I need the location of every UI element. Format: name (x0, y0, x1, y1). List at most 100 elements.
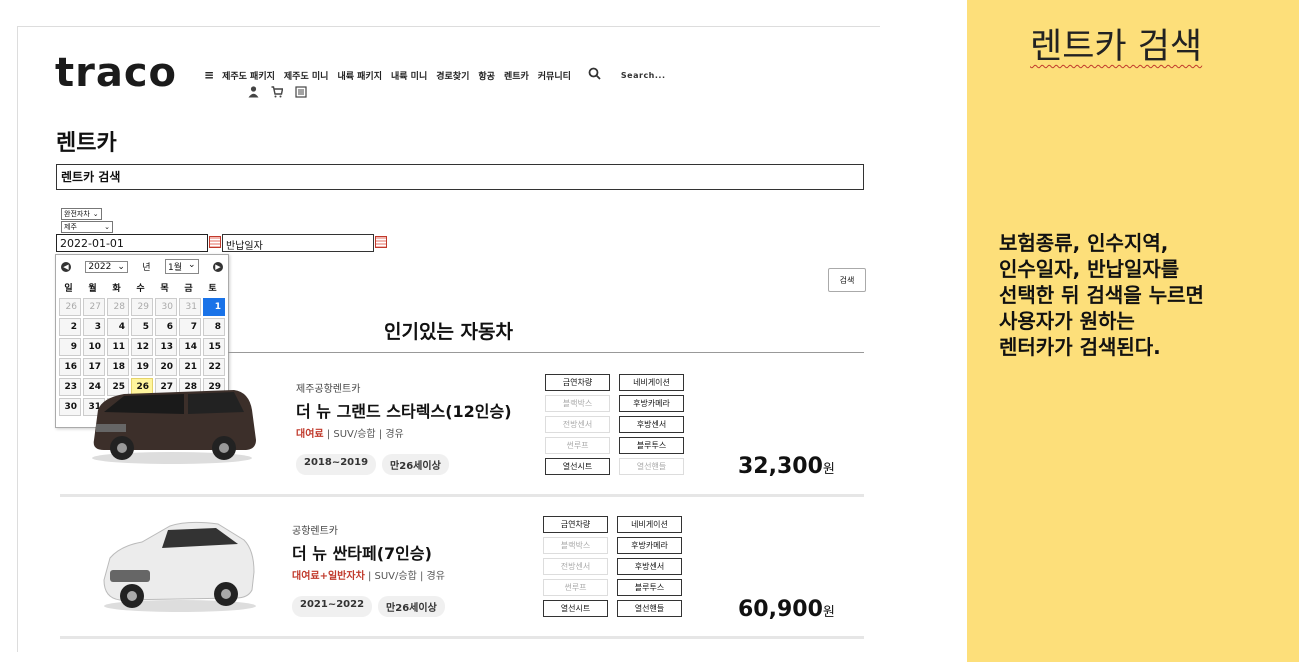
option-badge: 금연차량 (545, 374, 610, 391)
calendar-day[interactable]: 30 (59, 398, 81, 416)
car-company: 제주공항렌트카 (296, 384, 361, 395)
car-fuel: 경유 (426, 571, 445, 582)
price-value: 32,300 (738, 454, 823, 479)
calendar-day[interactable]: 1 (203, 298, 225, 316)
region-select-value: 제주 (64, 223, 77, 231)
starex-car-image[interactable] (84, 380, 259, 465)
calendar-day[interactable]: 2 (59, 318, 81, 336)
calendar-day[interactable]: 19 (131, 358, 153, 376)
calendar-day[interactable]: 31 (179, 298, 201, 316)
weekday-label: 일 (64, 283, 73, 294)
calendar-day[interactable]: 9 (59, 338, 81, 356)
calendar-day[interactable]: 7 (179, 318, 201, 336)
option-badge: 금연차량 (543, 516, 608, 533)
next-month-icon[interactable]: ▶ (212, 261, 223, 272)
car-company: 공항렌트카 (292, 526, 338, 537)
calendar-icon[interactable] (375, 236, 387, 248)
calendar-day[interactable]: 18 (107, 358, 129, 376)
nav-item-jeju-package[interactable]: 제주도 패키지 (222, 69, 275, 82)
year-select-value: 2022 (88, 261, 112, 272)
car-price: 60,900원 (738, 597, 835, 622)
calendar-day[interactable]: 21 (179, 358, 201, 376)
nav-item-community[interactable]: 커뮤니티 (538, 69, 571, 82)
car-card[interactable]: 공항렌트카 더 뉴 싼타페(7인승) 대여료+일반자차 | SUV/승합 | 경… (292, 522, 445, 617)
calendar-day[interactable]: 12 (131, 338, 153, 356)
option-badge: 전방센서 (543, 558, 608, 575)
insurance-select-value: 완전자차 (64, 210, 90, 218)
calendar-day[interactable]: 15 (203, 338, 225, 356)
user-icons (248, 86, 307, 101)
year-suffix: 년 (142, 263, 151, 273)
search-button[interactable]: 검색 (828, 268, 866, 292)
cart-icon[interactable] (271, 86, 284, 101)
nav-item-jeju-mini[interactable]: 제주도 미니 (284, 69, 329, 82)
nav-item-rentcar[interactable]: 렌트카 (504, 69, 529, 82)
nav-item-flight[interactable]: 항공 (478, 69, 495, 82)
calendar-day[interactable]: 16 (59, 358, 81, 376)
car-name[interactable]: 더 뉴 싼타페(7인승) (292, 540, 445, 564)
calendar-day[interactable]: 22 (203, 358, 225, 376)
option-badge: 후방카메라 (619, 395, 684, 412)
calendar-day[interactable]: 5 (131, 318, 153, 336)
weekday-label: 월 (88, 283, 97, 294)
return-date-input[interactable]: 반납일자 (222, 234, 374, 252)
calendar-day[interactable]: 14 (179, 338, 201, 356)
car-tags: 2021~2022 만26세이상 (292, 596, 445, 617)
option-badge: 열선핸들 (617, 600, 682, 617)
calendar-day[interactable]: 8 (203, 318, 225, 336)
car-tags: 2018~2019 만26세이상 (296, 454, 512, 475)
region-select[interactable]: 제주 ⌄ (61, 221, 113, 233)
option-badge: 블루투스 (619, 437, 684, 454)
age-tag: 만26세이상 (382, 454, 449, 475)
calendar-day[interactable]: 3 (83, 318, 105, 336)
prev-month-icon[interactable]: ◀ (61, 261, 71, 272)
calendar-day[interactable]: 30 (155, 298, 177, 316)
menu-icon[interactable]: ≡ (204, 68, 214, 82)
option-badge: 열선핸들 (619, 458, 684, 475)
user-icon[interactable] (248, 86, 259, 101)
weekday-label: 수 (136, 283, 145, 294)
car-meta: 대여료+일반자차 | SUV/승합 | 경유 (292, 571, 445, 582)
car-card[interactable]: 제주공항렌트카 더 뉴 그랜드 스타렉스(12인승) 대여료 | SUV/승합 … (296, 380, 512, 475)
list-icon[interactable] (295, 86, 307, 101)
calendar-day[interactable]: 11 (107, 338, 129, 356)
search-input[interactable]: Search... (621, 71, 666, 80)
calendar-day[interactable]: 4 (107, 318, 129, 336)
calendar-day[interactable]: 26 (59, 298, 81, 316)
search-icon[interactable] (588, 67, 601, 83)
calendar-day[interactable]: 28 (107, 298, 129, 316)
option-badge: 전방센서 (545, 416, 610, 433)
calendar-day[interactable]: 13 (155, 338, 177, 356)
calendar-day[interactable]: 27 (83, 298, 105, 316)
pickup-date-input[interactable]: 2022-01-01 (56, 234, 208, 252)
nav-item-route[interactable]: 경로찾기 (436, 69, 469, 82)
option-badge: 블루투스 (617, 579, 682, 596)
main-nav: ≡ 제주도 패키지 제주도 미니 내륙 패키지 내륙 미니 경로찾기 항공 렌트… (204, 67, 666, 83)
annotation-description: 보험종류, 인수지역, 인수일자, 반납일자를 선택한 뒤 검색을 누르면 사용… (999, 231, 1204, 359)
calendar-day[interactable]: 6 (155, 318, 177, 336)
month-select[interactable]: 1월 ⌄ (165, 259, 199, 274)
car-name[interactable]: 더 뉴 그랜드 스타렉스(12인승) (296, 398, 512, 422)
weekday-label: 금 (184, 283, 193, 294)
calendar-day[interactable]: 23 (59, 378, 81, 396)
nav-item-inland-mini[interactable]: 내륙 미니 (391, 69, 427, 82)
calendar-day[interactable]: 29 (131, 298, 153, 316)
calendar-day[interactable]: 17 (83, 358, 105, 376)
weekday-label: 화 (112, 283, 121, 294)
option-badge: 썬루프 (543, 579, 608, 596)
santafe-car-image[interactable] (98, 516, 258, 614)
nav-item-inland-package[interactable]: 내륙 패키지 (337, 69, 382, 82)
calendar-day[interactable]: 10 (83, 338, 105, 356)
car-options: 금연차량 네비게이션 블랙박스 후방카메라 전방센서 후방센서 썬루프 블루투스 열선시트 열선핸… (545, 374, 684, 475)
popular-cars-title: 인기있는 자동차 (384, 321, 513, 343)
insurance-select[interactable]: 완전자차 ⌄ (61, 208, 102, 220)
year-select[interactable]: 2022 ⌄ (85, 260, 128, 273)
divider (228, 352, 864, 353)
traco-logo[interactable]: traco (55, 50, 177, 96)
car-insurance: 대여료 (296, 429, 324, 440)
calendar-day[interactable]: 20 (155, 358, 177, 376)
option-badge: 후방센서 (619, 416, 684, 433)
option-badge: 블랙박스 (545, 395, 610, 412)
year-tag: 2018~2019 (296, 454, 377, 475)
calendar-icon[interactable] (209, 236, 221, 248)
